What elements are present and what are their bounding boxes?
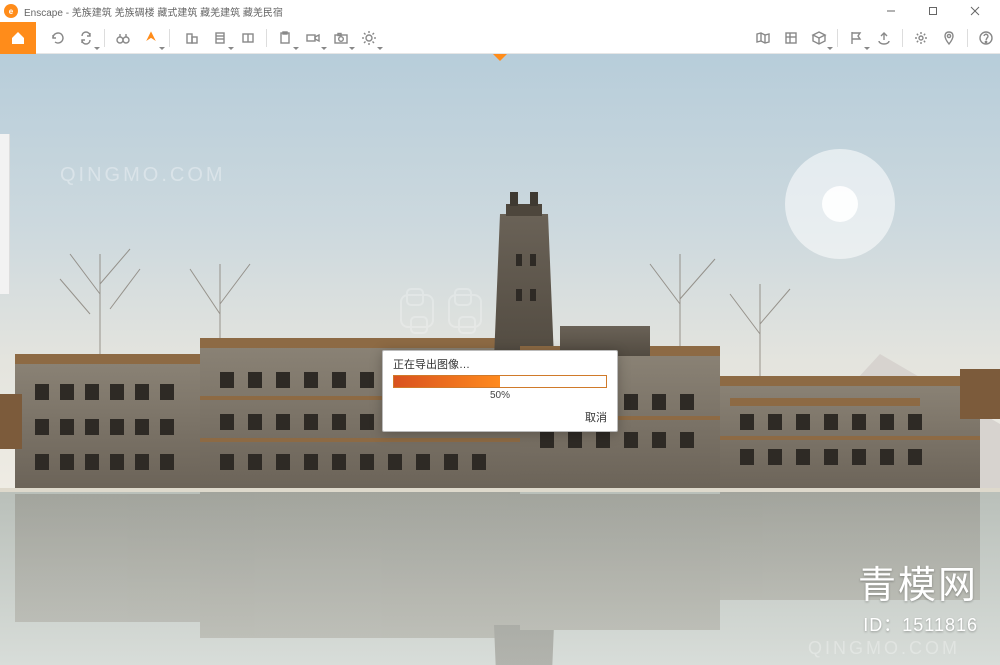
video-icon[interactable] — [301, 26, 325, 50]
render-viewport[interactable]: QINGMO.COM 青模网 ID：1511816 QINGMO.COM 正在导… — [0, 54, 1000, 665]
watermark-logo-icon — [400, 294, 482, 328]
window-title: Enscape - 羌族建筑 羌族碉楼 藏式建筑 藏羌建筑 藏羌民宿 — [24, 4, 870, 19]
title-bar: e Enscape - 羌族建筑 羌族碉楼 藏式建筑 藏羌建筑 藏羌民宿 — [0, 0, 1000, 22]
watermark-id: ID：1511816 — [863, 611, 978, 637]
cancel-button[interactable]: 取消 — [585, 409, 607, 425]
camera-icon[interactable] — [329, 26, 353, 50]
watermark-top-left: QINGMO.COM — [60, 164, 226, 187]
building-icon[interactable] — [180, 26, 204, 50]
assets-icon[interactable] — [779, 26, 803, 50]
maximize-button[interactable] — [912, 0, 954, 22]
close-button[interactable] — [954, 0, 996, 22]
navigation-mode-icon[interactable] — [139, 26, 163, 50]
flag-icon[interactable] — [844, 26, 868, 50]
export-progress-dialog: 正在导出图像… 50% 取消 — [382, 350, 618, 432]
dialog-title: 正在导出图像… — [383, 351, 617, 375]
sun-icon[interactable] — [357, 26, 381, 50]
home-button[interactable] — [0, 22, 36, 54]
watermark-bottom-right: QINGMO.COM — [808, 638, 960, 659]
toolbar — [0, 22, 1000, 54]
map-icon[interactable] — [751, 26, 775, 50]
window-controls — [870, 0, 996, 22]
cube-icon[interactable] — [807, 26, 831, 50]
help-icon[interactable] — [974, 26, 998, 50]
pin-icon[interactable] — [937, 26, 961, 50]
clipboard-icon[interactable] — [273, 26, 297, 50]
progress-bar — [393, 375, 607, 388]
refresh-icon[interactable] — [46, 26, 70, 50]
progress-percent: 50% — [383, 388, 617, 405]
watermark-logo-text: 青模网 — [858, 554, 978, 609]
sync-icon[interactable] — [74, 26, 98, 50]
binoculars-icon[interactable] — [111, 26, 135, 50]
progress-bar-fill — [394, 376, 500, 387]
left-panel-tab[interactable] — [0, 134, 10, 294]
app-icon: e — [4, 4, 18, 18]
collapse-chevron-icon[interactable] — [490, 54, 510, 61]
elevation-icon[interactable] — [208, 26, 232, 50]
minimize-button[interactable] — [870, 0, 912, 22]
upload-icon[interactable] — [872, 26, 896, 50]
section-icon[interactable] — [236, 26, 260, 50]
settings-icon[interactable] — [909, 26, 933, 50]
